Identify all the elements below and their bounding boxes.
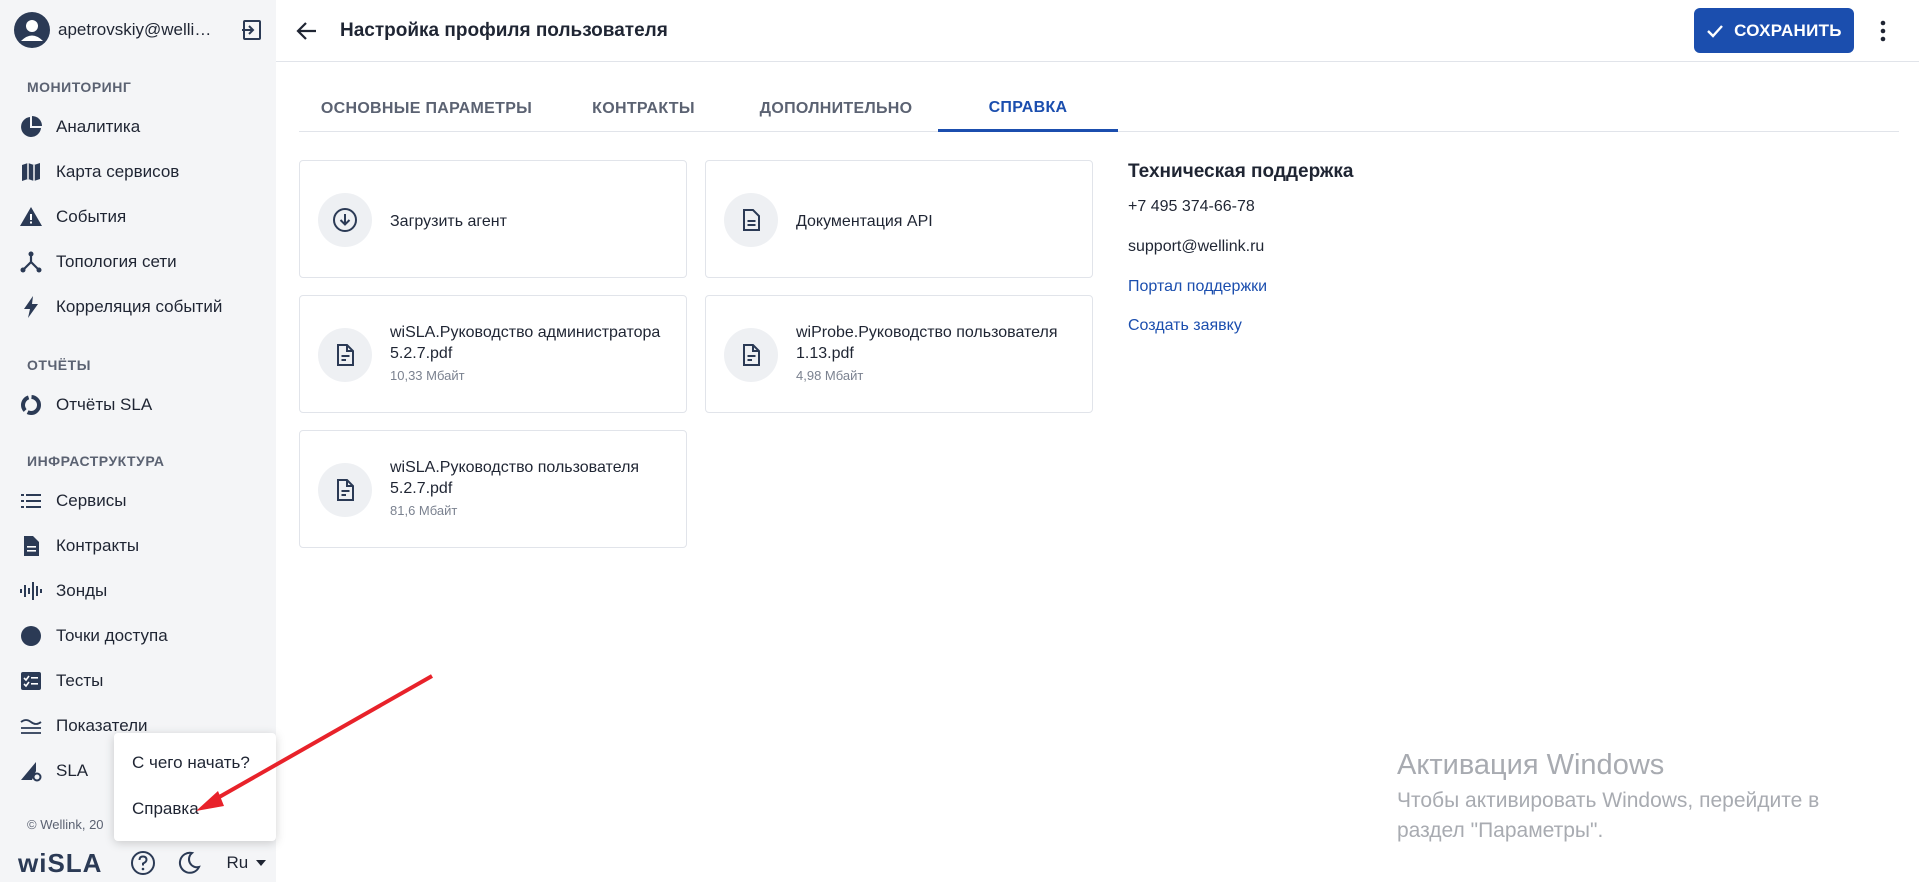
sidebar-item-label: Корреляция событий [56, 297, 223, 316]
menu-item-help[interactable]: Справка [132, 799, 199, 819]
waveform-icon [20, 582, 42, 600]
page-header: Настройка профиля пользователя СОХРАНИТЬ [276, 0, 1919, 62]
support-title: Техническая поддержка [1128, 161, 1354, 182]
wisla-logo: wiSLA [18, 847, 103, 878]
page-title: Настройка профиля пользователя [340, 20, 668, 41]
sidebar-item-service-map[interactable]: Карта сервисов [18, 156, 268, 188]
card-title: wiSLA.Руководство администратора 5.2.7.p… [390, 324, 661, 362]
sidebar-item-label: Тесты [56, 671, 104, 690]
arrow-left-icon[interactable] [294, 18, 320, 44]
card-title: Документация API [796, 213, 933, 230]
warning-icon [20, 207, 42, 226]
file-size: 81,6 Мбайт [390, 503, 458, 518]
card-title: Загрузить агент [390, 213, 507, 230]
windows-activation-title: Активация Windows [1397, 749, 1665, 781]
user-email: apetrovskiy@wellink.ru [58, 20, 218, 39]
card-title: wiProbe.Руководство пользователя 1.13.pd… [796, 324, 1058, 362]
metrics-icon [20, 719, 42, 734]
sidebar-footer: wiSLA Ru [18, 848, 268, 878]
sidebar-item-label: Контракты [56, 536, 140, 555]
tab-bar: ОСНОВНЫЕ ПАРАМЕТРЫ КОНТРАКТЫ ДОПОЛНИТЕЛЬ… [299, 86, 1899, 132]
sidebar-item-probes[interactable]: Зонды [18, 575, 268, 607]
windows-activation-line: Чтобы активировать Windows, перейдите в [1397, 789, 1820, 812]
section-monitoring: МОНИТОРИНГ [27, 79, 132, 95]
sidebar-item-correlation[interactable]: Корреляция событий [18, 291, 268, 323]
sidebar-item-label: Сервисы [56, 491, 127, 510]
pie-chart-icon [21, 116, 42, 137]
sidebar-item-events[interactable]: События [18, 201, 268, 233]
sidebar-item-label: Аналитика [56, 117, 141, 136]
file-icon-wrap [724, 328, 778, 382]
menu-item-getting-started[interactable]: С чего начать? [132, 753, 250, 773]
sidebar-item-label: События [56, 207, 127, 226]
sidebar-item-tests[interactable]: Тесты [18, 665, 268, 697]
card-download-agent[interactable]: Загрузить агент [299, 160, 687, 278]
map-icon [22, 163, 40, 181]
file-icon-wrap [318, 463, 372, 517]
checkmark-icon [1707, 24, 1724, 38]
help-popup-menu: С чего начать? Справка [114, 733, 276, 841]
help-icon[interactable] [130, 850, 156, 876]
windows-activation-line: раздел "Параметры". [1397, 819, 1604, 842]
card-title: wiSLA.Руководство пользователя 5.2.7.pdf [390, 459, 640, 497]
lightning-icon [24, 296, 38, 318]
dark-mode-icon[interactable] [176, 850, 202, 876]
save-button-label: СОХРАНИТЬ [1734, 20, 1842, 40]
create-ticket-link[interactable]: Создать заявку [1128, 317, 1242, 335]
caret-down-icon [256, 860, 267, 866]
sidebar-item-sla-reports[interactable]: Отчёты SLA [18, 389, 268, 421]
doc-icon-wrap [724, 193, 778, 247]
save-button[interactable]: СОХРАНИТЬ [1694, 8, 1854, 53]
list-icon [21, 494, 41, 508]
sidebar-item-label: Карта сервисов [56, 162, 180, 181]
logout-icon[interactable] [240, 18, 264, 42]
user-profile[interactable]: apetrovskiy@wellink.ru [14, 10, 266, 50]
pdf-file-icon [337, 344, 354, 366]
support-email: support@wellink.ru [1128, 238, 1265, 255]
document-icon [24, 536, 39, 556]
download-icon [333, 208, 357, 232]
support-portal-link[interactable]: Портал поддержки [1128, 278, 1267, 296]
card-user-guide[interactable]: wiSLA.Руководство пользователя 5.2.7.pdf… [299, 430, 687, 548]
sla-settings-icon [21, 762, 42, 782]
sidebar-item-contracts[interactable]: Контракты [18, 530, 268, 562]
file-size: 10,33 Мбайт [390, 368, 465, 383]
tab-contracts[interactable]: КОНТРАКТЫ [561, 86, 726, 132]
copyright: © Wellink, 20 [27, 817, 104, 832]
user-icon [21, 20, 43, 41]
pdf-file-icon [337, 479, 354, 501]
windows-activation-text: Чтобы активировать Windows, перейдите в … [1397, 786, 1897, 846]
sidebar-item-services[interactable]: Сервисы [18, 485, 268, 517]
card-api-docs[interactable]: Документация API [705, 160, 1093, 278]
language-value: Ru [226, 853, 249, 872]
support-phone: +7 495 374-66-78 [1128, 198, 1255, 215]
sidebar-item-label: Отчёты SLA [56, 395, 153, 414]
section-infrastructure: ИНФРАСТРУКТУРА [27, 453, 165, 469]
tab-help[interactable]: СПРАВКА [938, 86, 1118, 132]
download-icon-wrap [318, 193, 372, 247]
sidebar-item-access-points[interactable]: Точки доступа [18, 620, 268, 652]
checklist-icon [21, 672, 41, 690]
tab-basic-params[interactable]: ОСНОВНЫЕ ПАРАМЕТРЫ [299, 86, 554, 132]
tab-additional[interactable]: ДОПОЛНИТЕЛЬНО [733, 86, 939, 132]
file-size: 4,98 Мбайт [796, 368, 864, 383]
sidebar-item-label: Топология сети [56, 252, 177, 271]
document-icon [743, 209, 760, 231]
sidebar-item-analytics[interactable]: Аналитика [18, 111, 268, 143]
card-probe-guide[interactable]: wiProbe.Руководство пользователя 1.13.pd… [705, 295, 1093, 413]
circle-icon [21, 626, 41, 646]
sidebar-item-topology[interactable]: Топология сети [18, 246, 268, 278]
sidebar-item-label: Зонды [56, 581, 108, 600]
card-admin-guide[interactable]: wiSLA.Руководство администратора 5.2.7.p… [299, 295, 687, 413]
sidebar-item-label: Точки доступа [56, 626, 168, 645]
language-select[interactable]: Ru [226, 853, 268, 873]
topology-icon [20, 251, 42, 273]
donut-chart-icon [21, 395, 41, 415]
sidebar-item-label: SLA [56, 761, 89, 780]
pdf-file-icon [743, 344, 760, 366]
avatar [14, 12, 50, 48]
section-reports: ОТЧЁТЫ [27, 357, 91, 373]
file-icon-wrap [318, 328, 372, 382]
more-vertical-icon[interactable] [1870, 18, 1896, 44]
